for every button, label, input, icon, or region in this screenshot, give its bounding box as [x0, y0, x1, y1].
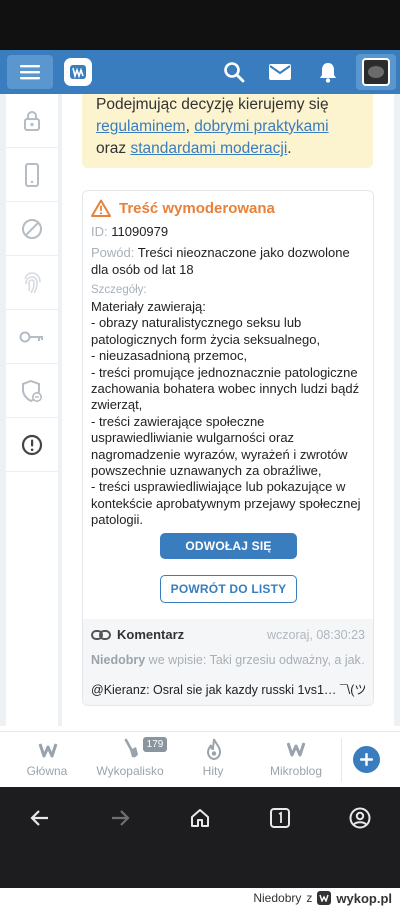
- nav-home[interactable]: Główna: [7, 732, 87, 788]
- sidebar-item-password[interactable]: [6, 310, 58, 364]
- browser-tabs-button[interactable]: [266, 804, 294, 832]
- back-to-list-button[interactable]: POWRÓT DO LISTY: [160, 575, 297, 603]
- plus-icon: [360, 753, 373, 766]
- comment-time: wczoraj, 08:30:23: [267, 628, 365, 642]
- watermark-sep: z: [306, 891, 313, 905]
- sidebar-item-phone[interactable]: [6, 148, 58, 202]
- browser-home-button[interactable]: [186, 804, 214, 832]
- rules-link[interactable]: regulaminem: [96, 118, 186, 135]
- notice-separator: ,: [185, 118, 195, 135]
- fingerprint-icon: [24, 271, 41, 293]
- moderated-comment: Komentarz wczoraj, 08:30:23 Niedobry we …: [83, 619, 373, 705]
- details-line: - treści usprawiedliwiające lub pokazują…: [91, 479, 361, 528]
- moderation-card: Treść wymoderowana ID: 11090979 Powód: T…: [82, 190, 374, 706]
- notice-line1: Podejmując decyzję kierujemy się: [96, 96, 329, 113]
- main-panel: Podejmując decyzję kierujemy się regulam…: [62, 94, 394, 726]
- notice-prefix: oraz: [96, 140, 131, 157]
- notifications-button[interactable]: [314, 58, 342, 86]
- sidebar-item-blocked[interactable]: [6, 202, 58, 256]
- status-bar: [0, 0, 400, 50]
- id-label: ID:: [91, 224, 108, 239]
- watermark-brand: wykop.pl: [336, 890, 392, 906]
- card-title: Treść wymoderowana: [91, 199, 275, 217]
- details-line: - treści promujące jednoznacznie patolog…: [91, 364, 360, 413]
- moderation-title: Treść wymoderowana: [119, 199, 275, 217]
- home-logo-icon: [37, 738, 59, 760]
- shovel-icon: [120, 738, 142, 760]
- details-body: Materiały zawierają: - obrazy naturalist…: [91, 299, 367, 529]
- details-line: - obrazy naturalistycznego seksu lub pat…: [91, 315, 321, 347]
- nav-divider: [341, 738, 342, 782]
- flame-icon: [203, 738, 225, 760]
- details-label: Szczegóły:: [91, 284, 147, 296]
- browser-account-button[interactable]: [346, 804, 374, 832]
- search-icon: [224, 62, 245, 83]
- bell-icon: [320, 62, 336, 83]
- arrow-right-icon: [112, 810, 130, 826]
- browser-forward-button[interactable]: [106, 804, 134, 832]
- avatar: [362, 58, 390, 86]
- notice-suffix: .: [287, 140, 292, 157]
- id-value: 11090979: [111, 224, 169, 239]
- reason-row: Powód: Treści nieoznaczone jako dozwolon…: [91, 244, 367, 278]
- sidebar-item-security[interactable]: [6, 94, 58, 148]
- wykop-logo-icon: [70, 65, 86, 79]
- phone-icon: [25, 162, 39, 187]
- user-avatar-button[interactable]: [356, 54, 396, 90]
- block-icon: [22, 218, 42, 239]
- comment-header: Komentarz: [91, 627, 184, 642]
- tabs-icon: [270, 808, 290, 828]
- sidebar-item-privacy[interactable]: [6, 256, 58, 310]
- settings-sidebar: [6, 94, 58, 726]
- arrow-left-icon: [30, 810, 48, 826]
- watermark: Niedobry z wykop.pl: [0, 888, 400, 908]
- watermark-user: Niedobry: [253, 891, 302, 905]
- link-icon: [91, 629, 111, 640]
- nav-hits[interactable]: Hity: [173, 732, 253, 788]
- microblog-icon: [286, 738, 308, 760]
- app-bar: [0, 50, 400, 94]
- account-icon: [349, 807, 371, 829]
- lock-icon: [24, 110, 40, 131]
- key-icon: [19, 331, 43, 342]
- sidebar-item-protection[interactable]: [6, 364, 58, 418]
- nav-microblog[interactable]: Mikroblog: [256, 732, 336, 788]
- moderation-standards-link[interactable]: standardami moderacji: [130, 140, 287, 157]
- nav-home-label: Główna: [26, 764, 68, 778]
- moderation-notice: Podejmując decyzję kierujemy się regulam…: [82, 94, 373, 168]
- details-line: - nieuzasadnioną przemoc,: [91, 348, 248, 364]
- home-icon: [191, 809, 209, 827]
- hamburger-icon: [20, 65, 40, 80]
- shield-icon: [22, 379, 42, 402]
- nav-wykopalisko-label: Wykopalisko: [96, 764, 164, 778]
- content-area: Podejmując decyzję kierujemy się regulam…: [0, 94, 400, 726]
- wykop-watermark-icon: [317, 891, 332, 905]
- browser-back-button[interactable]: [26, 804, 54, 832]
- bottom-nav: Główna Wykopalisko 179 Hity Mikroblog: [0, 731, 400, 787]
- nav-microblog-label: Mikroblog: [269, 764, 323, 778]
- sidebar-item-moderation[interactable]: [6, 418, 58, 472]
- comment-text: @Kieranz: Osral sie jak kazdy russki 1vs…: [91, 683, 365, 697]
- messages-button[interactable]: [266, 58, 294, 86]
- comment-type: Komentarz: [117, 627, 185, 642]
- warning-icon: [91, 199, 111, 217]
- appeal-button[interactable]: ODWOŁAJ SIĘ: [160, 533, 297, 559]
- search-button[interactable]: [220, 58, 248, 86]
- details-line: Materiały zawierają:: [91, 299, 206, 314]
- id-row: ID: 11090979: [91, 223, 367, 240]
- mail-icon: [269, 64, 291, 80]
- good-practices-link[interactable]: dobrymi praktykami: [194, 118, 328, 135]
- comment-context[interactable]: Niedobry we wpisie: Taki grzesiu odważny…: [91, 653, 365, 667]
- alert-icon: [21, 434, 43, 455]
- system-nav-bar: [0, 787, 400, 888]
- comment-entry: we wpisie: Taki grzesiu odważny, a jak…: [145, 653, 365, 667]
- details-line: - treści zawierające społeczne usprawied…: [91, 413, 348, 479]
- add-button[interactable]: [353, 746, 380, 773]
- wykop-logo[interactable]: [64, 58, 92, 86]
- reason-label: Powód:: [91, 245, 135, 260]
- menu-button[interactable]: [7, 55, 53, 89]
- nav-hits-label: Hity: [202, 764, 224, 778]
- comment-author[interactable]: Niedobry: [91, 653, 145, 667]
- wykopalisko-count-badge: 179: [143, 737, 167, 752]
